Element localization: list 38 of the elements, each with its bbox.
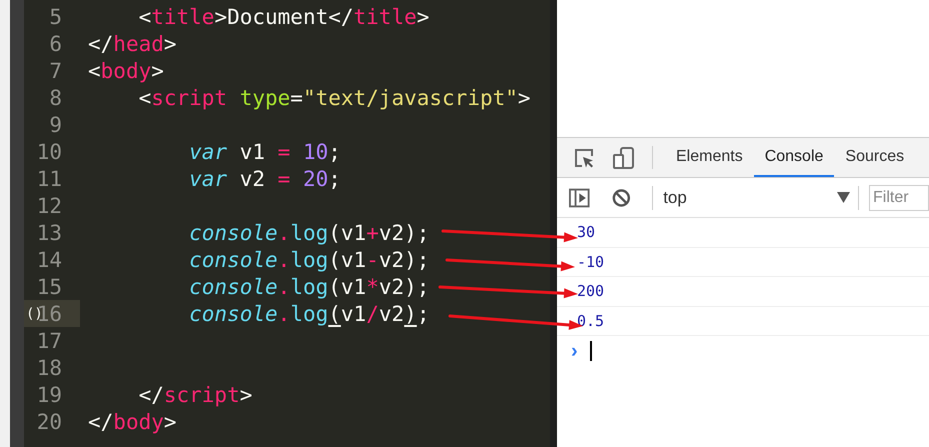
line-number: 19 xyxy=(36,382,62,406)
text-cursor xyxy=(590,341,592,361)
code-line: </body> xyxy=(88,410,177,434)
context-dropdown[interactable]: top xyxy=(663,188,850,208)
device-icon[interactable] xyxy=(612,146,636,170)
code-line: <title>Document</title> xyxy=(138,4,430,28)
line-number: 8 xyxy=(49,86,62,110)
code-line: </script> xyxy=(138,382,252,406)
code-line: console.log(v1*v2); xyxy=(188,274,430,298)
line-number: 11 xyxy=(36,166,62,190)
devtools-tab[interactable]: Sources xyxy=(834,138,916,177)
clear-console-icon[interactable] xyxy=(612,188,630,208)
sidebar-toggle-icon[interactable] xyxy=(569,188,590,208)
line-number: 9 xyxy=(49,112,62,136)
code-line: console.log(v1-v2); xyxy=(188,248,430,272)
code-line: </head> xyxy=(88,32,177,56)
line-number: 5 xyxy=(49,4,62,28)
prompt-icon: › xyxy=(571,340,578,362)
code-line: var v2 = 20; xyxy=(188,166,341,190)
code-line: var v1 = 10; xyxy=(188,140,341,164)
line-number: 6 xyxy=(49,32,62,56)
devtools-tab[interactable]: Elements xyxy=(665,138,754,177)
line-number: 17 xyxy=(36,328,62,352)
line-number: 7 xyxy=(49,58,62,82)
line-number: 15 xyxy=(36,274,62,298)
line-number: 14 xyxy=(36,248,62,272)
line-number: 18 xyxy=(36,356,62,380)
code-line: <script type="text/javascript"> xyxy=(138,86,531,110)
filter-field[interactable]: Filter xyxy=(869,184,929,210)
dropdown-caret-icon xyxy=(837,192,850,203)
code-line: console.log(v1+v2); xyxy=(188,220,430,244)
devtools-tab[interactable]: Console xyxy=(754,138,834,177)
line-number: 13 xyxy=(36,220,62,244)
code-line: <body> xyxy=(88,58,164,82)
line-number: 20 xyxy=(36,410,62,434)
code-line: console.log(v1/v2); xyxy=(188,302,430,326)
line-number: 10 xyxy=(36,140,62,164)
line-number: 12 xyxy=(36,194,62,218)
